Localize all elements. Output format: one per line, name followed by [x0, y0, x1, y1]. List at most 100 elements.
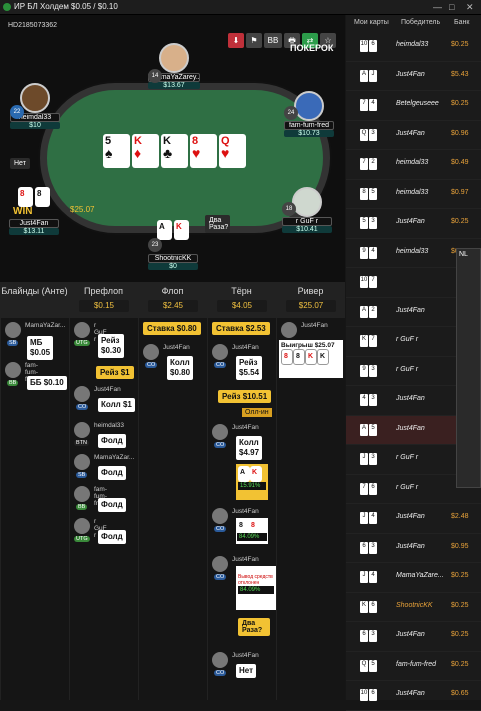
hand-row[interactable]: 10 6 heimdal33 $0.25 [346, 32, 481, 62]
hand-row[interactable]: 6 3 Just4Fan $0.95 [346, 534, 481, 563]
brand-logo: ПОКЕРОК [290, 43, 334, 53]
street-header: Блайнды (Анте) [1, 286, 68, 296]
seat-top[interactable]: 14 MamaYaZarey.. $13.67 [148, 43, 200, 89]
player-name: r GuF r [282, 217, 332, 226]
my-card: 6 [360, 630, 368, 642]
position-badge: CO [214, 442, 227, 448]
hand-row[interactable]: 7 2 heimdal33 $0.49 [346, 150, 481, 180]
win-box: Выигрыш $25.07 88KK [279, 340, 343, 378]
column-header[interactable]: Победитель [401, 15, 440, 31]
action-entry: r GuF r UTG Фолд [74, 518, 126, 544]
board-card: 8 ♥ [190, 134, 217, 168]
hand-row[interactable]: 10 6 Just4Fan $0.65 [346, 681, 481, 711]
winner-name: ShootnicKK [396, 601, 433, 609]
avatar [294, 91, 324, 121]
street-header: Ривер [297, 286, 324, 296]
window-title: ИР БЛ Холдем $0.05 / $0.10 [14, 2, 118, 11]
hand-row[interactable]: A J Just4Fan $5.43 [346, 62, 481, 91]
winner-name: r GuF r [396, 365, 419, 373]
hand-row[interactable]: J 4 Just4Fan $2.48 [346, 504, 481, 534]
avatar [212, 652, 228, 668]
my-card: J [360, 453, 368, 465]
action-entry: fam-fum-fred BB Фолд [74, 486, 126, 512]
avatar [212, 344, 228, 360]
pot-amount: $25.07 [70, 205, 95, 214]
allin-marker: Олл-ин [242, 408, 272, 417]
pot-value: $2.48 [451, 513, 469, 520]
close-button[interactable]: ✕ [466, 2, 474, 13]
hand-row[interactable]: 6 3 Just4Fan $0.25 [346, 622, 481, 652]
card: 8 [249, 519, 261, 533]
pot-value: $0.25 [451, 218, 469, 225]
position-badge: CO [214, 362, 227, 368]
my-card: 7 [360, 482, 368, 495]
pot-value: $0.25 [451, 572, 469, 579]
player-stack: $0 [148, 263, 198, 270]
equity-box: AK 15.91% [236, 464, 268, 500]
my-card: 10 [360, 276, 368, 288]
hole-card: K [174, 220, 189, 240]
column-header[interactable]: Банк [454, 15, 469, 31]
hand-row[interactable]: Q 5 fam-fum-fred $0.25 [346, 652, 481, 681]
my-card: 3 [369, 394, 377, 406]
hand-row[interactable]: Q 3 Just4Fan $0.96 [346, 121, 481, 150]
bb-toggle-button[interactable]: BB [264, 33, 282, 48]
download-button[interactable]: ⬇ [228, 33, 244, 48]
seat-bottom-right[interactable]: 18 r GuF r $10.41 [282, 187, 332, 233]
my-card: A [360, 69, 368, 82]
seat-left[interactable]: 22 heimdal33 $10 [10, 83, 60, 129]
player-name: Just4Fan [163, 344, 190, 351]
my-card: 10 [360, 40, 368, 52]
avatar [74, 322, 90, 338]
action-label: Колл $0.80 [167, 356, 194, 380]
pot-value: $0.25 [451, 41, 469, 48]
maximize-button[interactable]: □ [449, 2, 454, 12]
winner-name: Just4Fan [396, 542, 425, 550]
chat-bubble-twice: Два Раза? [205, 215, 230, 233]
column-header[interactable]: Мои карты [354, 15, 389, 31]
chat-marker: Два Раза? [238, 618, 270, 636]
winner-name: r GuF r [396, 336, 419, 343]
position-badge: CO [214, 574, 227, 580]
seat-right[interactable]: 24 fam-fum-fred $10.73 [284, 91, 334, 137]
hand-row[interactable]: 5 3 Just4Fan $0.25 [346, 209, 481, 239]
player-name: Just4Fan [232, 424, 259, 431]
action-entry: heimdal33 BTN Фолд [74, 422, 126, 448]
pot-value: $0.25 [451, 631, 469, 638]
hand-row[interactable]: K 6 ShootnicKK $0.25 [346, 593, 481, 622]
hand-row[interactable]: J 4 MamaYaZare... $0.25 [346, 563, 481, 593]
player-name: MamaYaZar... [94, 454, 135, 461]
my-card: 7 [369, 335, 377, 347]
winner-name: heimdal33 [396, 41, 429, 48]
action-entry: fam-fum-fred BB ББ $0.10 [5, 362, 67, 390]
level-badge: 18 [282, 202, 296, 216]
action-entry: r GuF r UTG Рейз $0.30 [74, 322, 125, 358]
action-entry: MamaYaZar... SB МБ $0.05 [5, 322, 65, 360]
my-card: J [360, 571, 368, 583]
hand-row[interactable]: 8 5 heimdal33 $0.97 [346, 180, 481, 209]
side-popup[interactable]: NL [456, 248, 481, 488]
position-badge: BB [76, 504, 88, 510]
player-stack: $10.41 [282, 226, 332, 233]
my-card: 5 [369, 423, 377, 436]
hand-row[interactable]: 7 4 Betelgeuseee $0.25 [346, 91, 481, 121]
seat-hero[interactable]: A K 23 ShootnicKK $0 [148, 220, 198, 270]
my-card: 6 [369, 600, 377, 613]
hole-card: A [157, 220, 172, 240]
avatar [5, 322, 21, 338]
position-badge: UTG [74, 536, 90, 542]
seat-bottom-left-winner[interactable]: 8 8 WIN Just4Fan $13.11 [9, 187, 59, 235]
column-river: Just4Fan Выигрыш $25.07 88KK [276, 318, 344, 700]
minimize-button[interactable]: — [433, 2, 442, 12]
hand-history: MamaYaZar... SB МБ $0.05 fam-fum-fred BB… [0, 318, 345, 700]
winner-name: Just4Fan [396, 395, 425, 402]
flag-button[interactable]: ⚑ [246, 33, 262, 48]
avatar [74, 454, 90, 470]
player-name: Just4Fan [232, 652, 259, 659]
player-stack: $13.11 [9, 228, 59, 235]
player-name: MamaYaZar... [25, 322, 66, 329]
winner-name: Just4Fan [396, 306, 425, 314]
action-entry: MamaYaZar... SB Фолд [74, 454, 134, 480]
my-card: 5 [369, 659, 377, 672]
equity-value: 15.91% [238, 482, 266, 490]
